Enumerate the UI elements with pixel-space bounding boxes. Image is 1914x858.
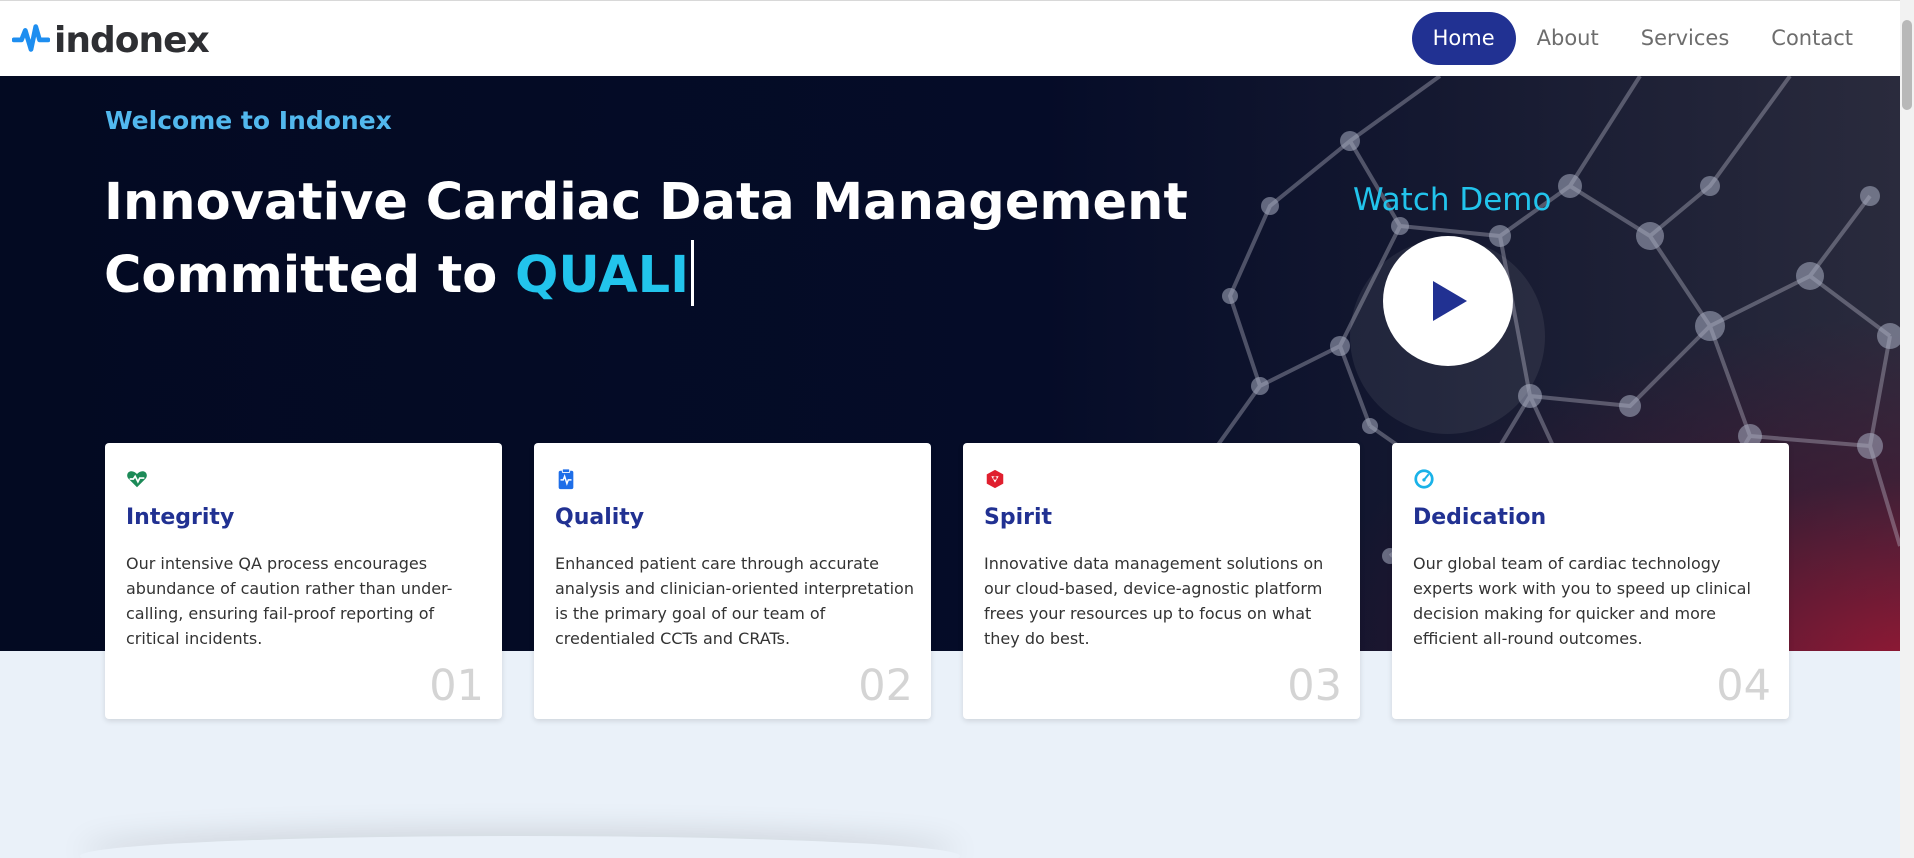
page-scrollbar[interactable] (1900, 0, 1914, 858)
card-text: Our intensive QA process encourages abun… (126, 554, 453, 648)
card-number: 01 (429, 661, 484, 711)
card-title: Quality (555, 505, 645, 530)
headline-line-2-prefix: Committed to (104, 246, 516, 305)
clipboard-pulse-icon (555, 468, 577, 490)
spirit-icon (984, 468, 1006, 490)
card-title: Spirit (984, 505, 1053, 530)
navbar: indonex Home About Services Contact (0, 0, 1900, 76)
headline-line-1: Innovative Cardiac Data Management (104, 173, 1188, 232)
gauge-icon (1413, 468, 1435, 490)
typed-word: QUALI (515, 246, 690, 305)
watch-demo-label[interactable]: Watch Demo (1353, 182, 1551, 218)
nav-contact[interactable]: Contact (1750, 12, 1874, 65)
feature-card-integrity: Integrity Our intensive QA process encou… (105, 443, 502, 719)
card-title: Dedication (1413, 505, 1547, 530)
feature-card-dedication: Dedication Our global team of cardiac te… (1392, 443, 1789, 719)
nav-home[interactable]: Home (1411, 12, 1516, 65)
typing-caret (691, 240, 695, 306)
feature-card-quality: Quality Enhanced patient care through ac… (534, 443, 931, 719)
card-number: 03 (1287, 661, 1342, 711)
main-nav: Home About Services Contact (1411, 12, 1874, 65)
hero-headline: Innovative Cardiac Data Management Commi… (104, 166, 1188, 312)
card-title: Integrity (126, 505, 235, 530)
card-text: Our global team of cardiac technology ex… (1413, 554, 1751, 648)
card-text: Enhanced patient care through accurate a… (555, 554, 914, 648)
scrollbar-thumb[interactable] (1902, 20, 1912, 110)
play-video-button[interactable] (1383, 236, 1513, 366)
brand-name: indonex (54, 19, 210, 61)
card-text: Innovative data management solutions on … (984, 554, 1324, 648)
nav-services[interactable]: Services (1620, 12, 1751, 65)
pulse-icon (11, 19, 51, 61)
hero-kicker: Welcome to Indonex (105, 106, 392, 135)
feature-card-spirit: Spirit Innovative data management soluti… (963, 443, 1360, 719)
nav-about[interactable]: About (1516, 12, 1620, 65)
card-number: 04 (1716, 661, 1771, 711)
heart-pulse-icon (126, 468, 148, 490)
brand-logo[interactable]: indonex (11, 19, 210, 61)
next-section-shadow (80, 836, 960, 858)
card-number: 02 (858, 661, 913, 711)
play-icon (1433, 281, 1467, 321)
